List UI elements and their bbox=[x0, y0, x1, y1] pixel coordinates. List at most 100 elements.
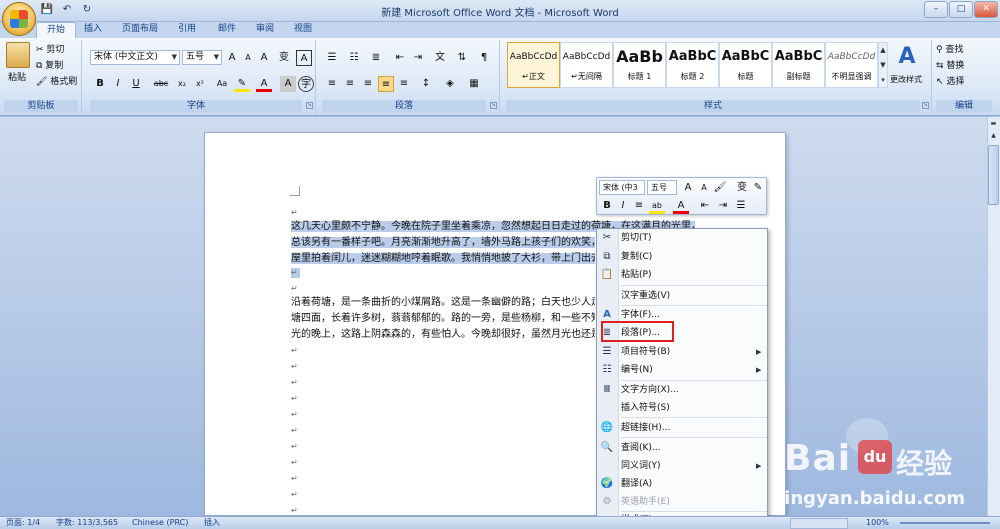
tab-mailings[interactable]: 邮件 bbox=[208, 22, 246, 38]
borders-icon[interactable]: ▦ bbox=[466, 76, 482, 92]
menu-item-insert-symbol[interactable]: 插入符号(S) bbox=[621, 399, 767, 417]
office-button[interactable] bbox=[2, 2, 36, 36]
mini-phonetic-button[interactable]: 变 bbox=[734, 180, 750, 196]
status-insert-mode[interactable]: 插入 bbox=[204, 517, 220, 529]
grow-font-button[interactable]: A bbox=[224, 50, 240, 66]
font-dialog-launcher-icon[interactable]: ↘ bbox=[306, 102, 313, 109]
numbering-icon[interactable]: ☷ bbox=[346, 50, 362, 66]
clear-format-button[interactable]: A bbox=[256, 50, 272, 66]
view-buttons[interactable] bbox=[790, 518, 848, 529]
menu-item-paste[interactable]: 粘贴(P) bbox=[621, 266, 767, 284]
menu-item-lookup[interactable]: 查阅(K)... bbox=[621, 439, 767, 457]
menu-item-numbering[interactable]: 编号(N) bbox=[621, 361, 767, 379]
align-left-icon[interactable]: ≡ bbox=[324, 76, 340, 92]
tab-view[interactable]: 视图 bbox=[284, 22, 322, 38]
style-heading-1[interactable]: AaBb 标题 1 bbox=[613, 42, 666, 88]
mini-decrease-indent-icon[interactable]: ⇤ bbox=[697, 198, 713, 214]
show-marks-icon[interactable]: ¶ bbox=[476, 50, 492, 66]
status-word-count[interactable]: 字数: 113/3,565 bbox=[56, 517, 118, 529]
mini-clear-icon[interactable]: ✎ bbox=[750, 180, 766, 196]
style-no-spacing[interactable]: AaBbCcDd ↵无间隔 bbox=[560, 42, 613, 88]
scroll-up-icon[interactable]: ▲ bbox=[988, 131, 999, 141]
font-size-combo[interactable]: 五号 ▼ bbox=[182, 50, 222, 65]
align-center-icon[interactable]: ≡ bbox=[342, 76, 358, 92]
italic-button[interactable]: I bbox=[110, 76, 126, 92]
cut-button[interactable]: ✂ 剪切 bbox=[36, 42, 64, 58]
menu-item-copy[interactable]: 复制(C) bbox=[621, 248, 767, 266]
scrollbar-thumb[interactable] bbox=[988, 145, 999, 205]
menu-item-bullets[interactable]: 项目符号(B) bbox=[621, 343, 767, 361]
menu-item-synonyms[interactable]: 同义词(Y) bbox=[621, 457, 767, 475]
format-painter-button[interactable]: 🖌 格式刷 bbox=[36, 74, 77, 90]
document-line-2[interactable]: 总该另有一番样子吧。月亮渐渐地升高了，墙外马路上孩子们的欢笑，已经听不见了；妻在 bbox=[291, 235, 595, 251]
document-line-5[interactable]: 塘四面，长着许多树，蓊蓊郁郁的。路的一旁，是些杨柳，和一些不知道名字的树。没有月 bbox=[291, 311, 595, 327]
style-title[interactable]: AaBbC 标题 bbox=[719, 42, 772, 88]
change-styles-icon[interactable]: A bbox=[894, 44, 920, 70]
mini-highlight-button[interactable]: ab bbox=[649, 198, 665, 214]
mini-italic-button[interactable]: I bbox=[615, 198, 631, 214]
mini-shrink-font-button[interactable]: A bbox=[696, 180, 712, 196]
chinese-layout-icon[interactable]: 文 bbox=[432, 50, 448, 66]
menu-item-reconvert[interactable]: 汉字重选(V) bbox=[621, 287, 767, 305]
enclose-char-icon[interactable]: 字 bbox=[298, 76, 314, 92]
menu-item-text-direction[interactable]: 文字方向(X)... bbox=[621, 381, 767, 399]
mini-bullets-icon[interactable]: ☰ bbox=[733, 198, 749, 214]
find-button[interactable]: ⚲ 查找 bbox=[936, 42, 963, 58]
sort-icon[interactable]: ⇅ bbox=[454, 50, 470, 66]
style-normal[interactable]: AaBbCcDd ↵正文 bbox=[507, 42, 560, 88]
menu-item-hyperlink[interactable]: 超链接(H)... bbox=[621, 419, 767, 437]
mini-grow-font-button[interactable]: A bbox=[680, 180, 696, 196]
font-color-button[interactable]: A bbox=[256, 76, 272, 92]
select-button[interactable]: ↖ 选择 bbox=[936, 74, 964, 90]
subscript-button[interactable]: x₂ bbox=[174, 76, 190, 92]
bullets-icon[interactable]: ☰ bbox=[324, 50, 340, 66]
mini-format-painter-icon[interactable]: 🖌 bbox=[712, 180, 728, 196]
mini-font-color-button[interactable]: A bbox=[673, 198, 689, 214]
font-name-combo[interactable]: 宋体 (中文正文) ▼ bbox=[90, 50, 180, 65]
minimize-button[interactable]: – bbox=[924, 1, 948, 18]
style-heading-2[interactable]: AaBbC 标题 2 bbox=[666, 42, 719, 88]
mini-bold-button[interactable]: B bbox=[599, 198, 615, 214]
styles-dialog-launcher-icon[interactable]: ↘ bbox=[922, 102, 929, 109]
replace-button[interactable]: ⇆ 替换 bbox=[936, 58, 964, 74]
menu-item-cut[interactable]: 剪切(T) bbox=[621, 229, 767, 247]
tab-page-layout[interactable]: 页面布局 bbox=[112, 22, 168, 38]
document-line-6[interactable]: 光的晚上，这路上阴森森的，有些怕人。今晚却很好，虽然月光也还是淡淡的。 bbox=[291, 327, 595, 343]
highlight-icon[interactable]: ✎ bbox=[234, 76, 250, 92]
mini-increase-indent-icon[interactable]: ⇥ bbox=[715, 198, 731, 214]
zoom-level[interactable]: 100% bbox=[866, 517, 889, 529]
paste-icon[interactable] bbox=[6, 42, 30, 68]
copy-button[interactable]: ⧉ 复制 bbox=[36, 58, 63, 74]
style-subtitle[interactable]: AaBbC 副标题 bbox=[772, 42, 825, 88]
bold-button[interactable]: B bbox=[92, 76, 108, 92]
style-subtle-emphasis[interactable]: AaBbCcDd 不明显强调 bbox=[825, 42, 878, 88]
superscript-button[interactable]: x² bbox=[192, 76, 208, 92]
maximize-button[interactable]: □ bbox=[949, 1, 973, 18]
strikethrough-button[interactable]: abc bbox=[150, 76, 172, 92]
tab-review[interactable]: 审阅 bbox=[246, 22, 284, 38]
phonetic-guide-button[interactable]: 变 bbox=[276, 50, 292, 66]
underline-button[interactable]: U bbox=[128, 76, 144, 92]
document-line-3[interactable]: 屋里拍着闰儿，迷迷糊糊地哼着眠歌。我悄悄地披了大衫，带上门出去。 bbox=[291, 251, 595, 267]
menu-item-translate[interactable]: 翻译(A) bbox=[621, 475, 767, 493]
mini-size-combo[interactable]: 五号 bbox=[647, 180, 677, 195]
multilevel-list-icon[interactable]: ≣ bbox=[368, 50, 384, 66]
shading-icon[interactable]: ◈ bbox=[442, 76, 458, 92]
tab-references[interactable]: 引用 bbox=[168, 22, 206, 38]
increase-indent-icon[interactable]: ⇥ bbox=[410, 50, 426, 66]
status-language[interactable]: Chinese (PRC) bbox=[132, 517, 188, 529]
paste-button[interactable]: 粘贴 bbox=[8, 70, 26, 86]
status-page[interactable]: 页面: 1/4 bbox=[6, 517, 40, 529]
shrink-font-button[interactable]: A bbox=[240, 50, 256, 66]
styles-scroll-icon[interactable]: ▲ ▼ ▾ bbox=[878, 42, 888, 88]
distributed-icon[interactable]: ≡ bbox=[396, 76, 412, 92]
mini-align-button[interactable]: ≡ bbox=[631, 198, 647, 214]
tab-home[interactable]: 开始 bbox=[36, 22, 77, 38]
close-button[interactable]: ✕ bbox=[974, 1, 998, 18]
document-line-4[interactable]: 沿着荷塘，是一条曲折的小煤屑路。这是一条幽僻的路；白天也少人走，夜晚更加寂寞。荷… bbox=[291, 295, 595, 311]
change-case-button[interactable]: Aa bbox=[212, 76, 232, 92]
decrease-indent-icon[interactable]: ⇤ bbox=[392, 50, 408, 66]
align-right-icon[interactable]: ≡ bbox=[360, 76, 376, 92]
mini-font-combo[interactable]: 宋体 (中3 bbox=[599, 180, 645, 195]
scroll-split-icon[interactable]: ▬ bbox=[988, 119, 999, 129]
